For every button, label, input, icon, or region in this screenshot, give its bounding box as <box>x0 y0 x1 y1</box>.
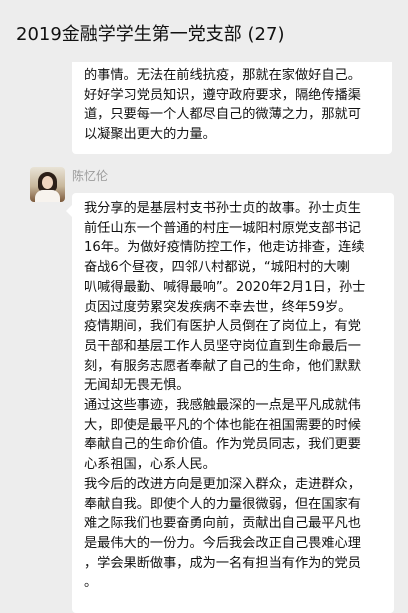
message-line: 我分享的是基层村支书孙士贞的故事。孙士贞生 <box>84 201 361 216</box>
message-line: 奋战6个昼夜，四邻八村都说，“城阳村的大喇 <box>84 260 350 276</box>
message-line: 是最伟大的一份力。今后我会改正自己畏难心理 <box>84 535 361 551</box>
sender-name: 陈忆伦 <box>72 169 109 183</box>
message-line: ，学会果断做事，成为一名有担当有作为的党员 <box>84 555 361 571</box>
message-line: 员干部和基层工作人员坚守岗位直到生命最后一 <box>84 338 361 354</box>
message-line: 的事情。无法在前线抗疫，那就在家做好自己。 <box>84 68 361 83</box>
message-line: 刻，有服务志愿者奉献了自己的生命，他们默默 <box>84 358 361 374</box>
message-line: 无闻却无畏无惧。 <box>84 378 190 394</box>
message-line: 16年。为做好疫情防控工作，他走访排查，连续 <box>84 240 365 256</box>
message-line: 通过这些事迹，我感触最深的一点是平凡成就伟 <box>84 398 361 414</box>
message-bubble[interactable]: 我分享的是基层村支书孙士贞的故事。孙士贞生 前任山东一个普通的村庄一城阳村原党支… <box>66 193 394 613</box>
message-line: 大，即使是最平凡的个体也能在祖国需要的时候 <box>84 417 361 433</box>
message-line: 心系祖国，心系人民。 <box>84 457 216 473</box>
chat-area: 的事情。无法在前线抗疫，那就在家做好自己。 好好学习党员知识，遵守政府要求，隔绝… <box>0 0 408 613</box>
avatar[interactable] <box>30 167 65 202</box>
message-line: 前任山东一个普通的村庄一城阳村原党支部书记 <box>84 220 361 236</box>
message-line: 奉献自我。即使个人的力量很微弱，但在国家有 <box>84 496 361 512</box>
message-line: 道，只要每一个人都尽自己的微薄之力，那就可 <box>84 107 361 123</box>
message-line: 叭喊得最勤、喊得最响”。2020年2月1日，孙士 <box>84 279 366 295</box>
message-line: 好好学习党员知识，遵守政府要求，隔绝传播渠 <box>84 87 361 103</box>
message-line: 以凝聚出更大的力量。 <box>84 127 216 143</box>
message-line: 。 <box>84 575 98 591</box>
message-line: 我今后的改进方向是更加深入群众，走进群众， <box>84 476 361 492</box>
message-line: 贞因过度劳累突发疾病不幸去世，终年59岁。 <box>84 299 352 315</box>
chat-header: 2019金融学学生第一党支部 (27) <box>0 0 408 62</box>
message-line: 难之际我们也要奋勇向前，贡献出自己最平凡也 <box>84 516 361 532</box>
message-line: 疫情期间，我们有医护人员倒在了岗位上，有党 <box>84 319 361 335</box>
group-title: 2019金融学学生第一党支部 (27) <box>16 24 285 45</box>
message-line: 奉献自己的生命价值。作为党员同志，我们更要 <box>84 437 361 453</box>
